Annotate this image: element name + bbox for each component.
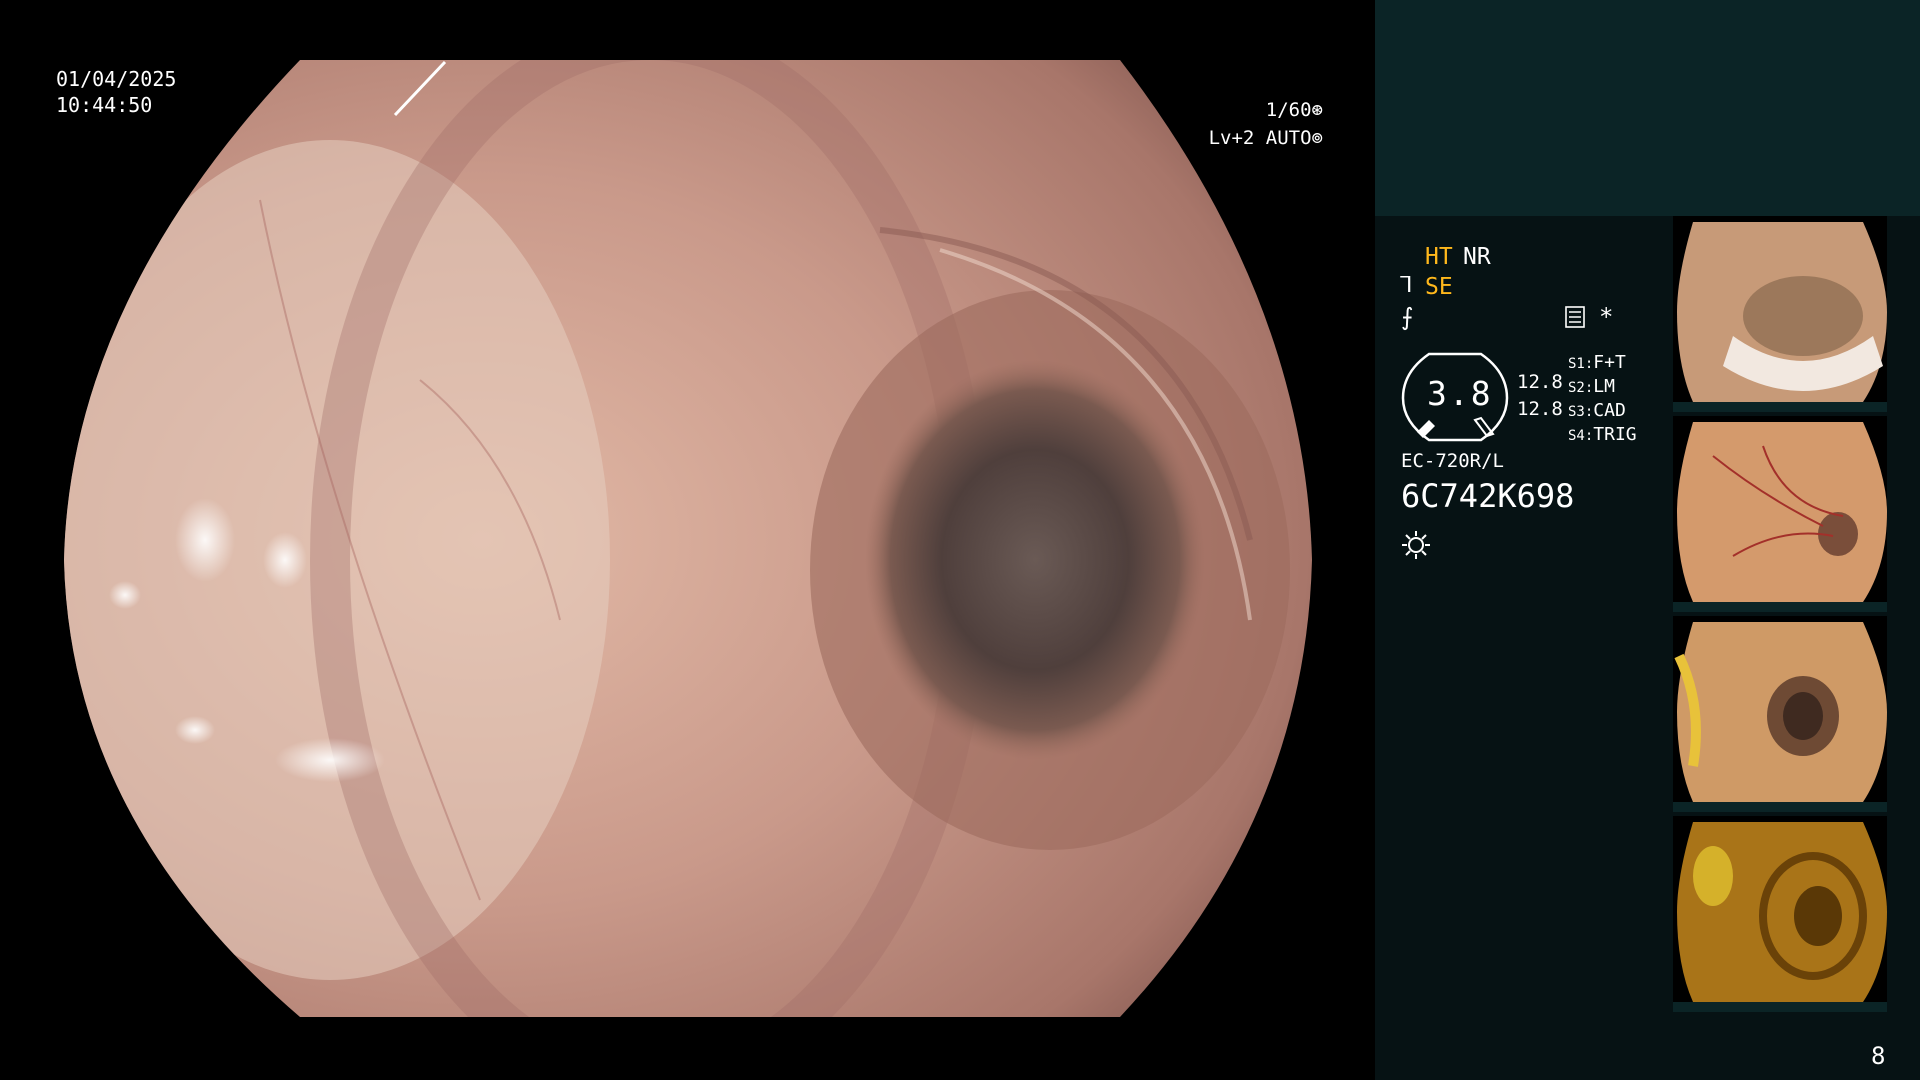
scope-serial: 6C742K698 [1401,477,1575,515]
date-time-display: 01/04/2025 10:44:50 [56,66,176,118]
slot-value: F+T [1593,352,1626,373]
slot-key: S1: [1568,356,1594,372]
auto-iris-icon: ⊚ [1311,127,1323,149]
light-source-icon [1402,531,1430,559]
zoom-value-1: 12.8 [1517,371,1563,393]
nr-indicator: NR [1463,244,1491,270]
ht-indicator: HT [1425,244,1453,270]
slot-value: LM [1593,376,1615,397]
date-text: 01/04/2025 [56,67,177,91]
slot-s4: S4:TRIG [1568,424,1637,445]
menu-list-icon [1565,306,1585,328]
slot-key: S2: [1568,380,1594,396]
captured-thumbnail-1[interactable] [1673,216,1887,412]
star-indicator: * [1599,303,1614,331]
aperture-icon: ⊛ [1311,99,1323,121]
panel-header-area [1375,0,1920,216]
shutter-value: 1/60 [1265,99,1312,121]
scope-model: EC-720R/L [1401,450,1504,472]
shutter-speed: 1/60⊛ [1266,101,1323,120]
slot-key: S3: [1568,404,1594,420]
enhancement-icon: ⨍ [1401,303,1414,331]
slot-s3: S3:CAD [1568,400,1626,421]
page-number: 8 [1871,1042,1886,1070]
slot-value: TRIG [1593,424,1637,445]
brightness-level: Lv+2 AUTO⊚ [1209,129,1323,148]
zoom-value-2: 12.8 [1517,398,1563,420]
slot-key: S4: [1568,428,1594,444]
slot-s1: S1:F+T [1568,352,1626,373]
endoscope-live-view: 01/04/2025 10:44:50 1/60⊛ Lv+2 AUTO⊚ [0,0,1375,1080]
info-panel: HT NR ᒣ SE ⨍ * 3.8 12.8 12.8 S1:F+T S2:L… [1375,0,1920,1080]
time-text: 10:44:50 [56,93,153,117]
structure-enhance-icon: ᒣ [1399,273,1413,298]
se-indicator: SE [1425,274,1453,300]
dial-value: 3.8 [1427,374,1493,413]
level-value: Lv+2 AUTO [1208,127,1312,149]
slot-value: CAD [1593,400,1626,421]
slot-s2: S2:LM [1568,376,1615,397]
captured-thumbnail-4[interactable] [1673,816,1887,1012]
captured-thumbnail-2[interactable] [1673,416,1887,612]
captured-thumbnail-3[interactable] [1673,616,1887,812]
endoscope-image [64,60,1312,1017]
